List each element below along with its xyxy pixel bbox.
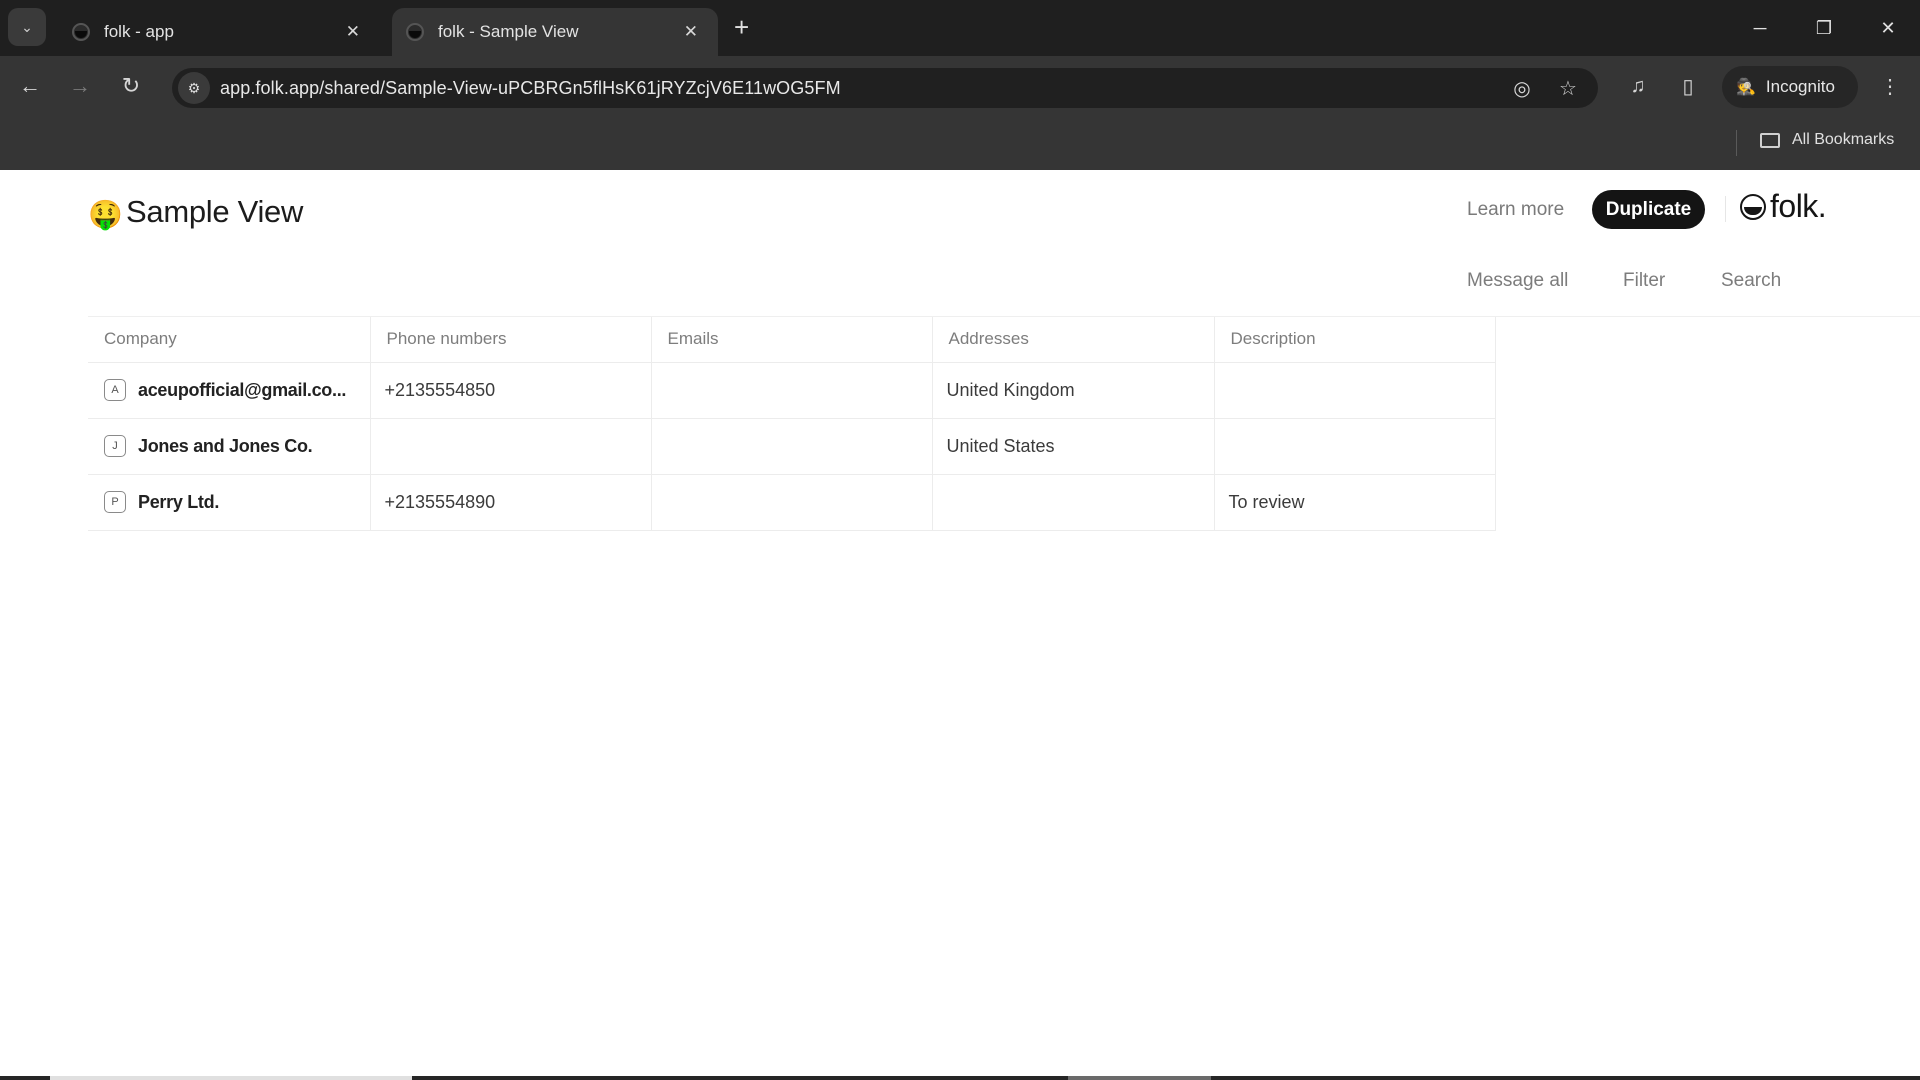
table-row[interactable]: A aceupofficial@gmail.co... +2135554850 … xyxy=(88,362,1496,419)
description-cell[interactable] xyxy=(1214,418,1496,475)
new-tab-button[interactable]: + xyxy=(734,12,749,43)
company-name[interactable]: Jones and Jones Co. xyxy=(138,436,312,457)
phone-cell[interactable]: +2135554890 xyxy=(370,474,652,531)
tab-title: folk - Sample View xyxy=(438,22,579,41)
reload-button[interactable]: ↻ xyxy=(113,68,149,104)
side-panel-icon[interactable]: ▯ xyxy=(1672,70,1704,102)
bookmarks-bar: All Bookmarks xyxy=(0,118,1920,170)
company-initial-icon: J xyxy=(104,435,126,457)
bookmark-star-icon[interactable]: ☆ xyxy=(1554,74,1582,102)
tab-strip: ⌄ folk - app ✕ folk - Sample View ✕ + ─ … xyxy=(0,0,1920,56)
folk-favicon-icon xyxy=(406,23,424,41)
company-cell[interactable]: P Perry Ltd. xyxy=(88,474,371,531)
tab-title: folk - app xyxy=(104,22,174,41)
all-bookmarks-label: All Bookmarks xyxy=(1792,131,1895,148)
phone-cell[interactable] xyxy=(370,418,652,475)
chevron-down-icon: ⌄ xyxy=(21,18,33,35)
table-row[interactable]: J Jones and Jones Co. United States xyxy=(88,418,1496,475)
address-cell[interactable] xyxy=(932,474,1215,531)
page-title: Sample View xyxy=(126,194,304,229)
column-header-description[interactable]: Description xyxy=(1214,317,1496,363)
company-name[interactable]: aceupofficial@gmail.co... xyxy=(138,380,346,401)
phone-cell[interactable]: +2135554850 xyxy=(370,362,652,419)
eye-off-icon[interactable]: ◎ xyxy=(1508,74,1536,102)
company-name[interactable]: Perry Ltd. xyxy=(138,492,219,513)
page-content: 🤑 Sample View Learn more Duplicate folk.… xyxy=(0,170,1920,1080)
restore-button[interactable]: ❐ xyxy=(1792,0,1856,56)
tab-sample-view[interactable]: folk - Sample View ✕ xyxy=(392,8,718,56)
folk-logo-icon xyxy=(1740,193,1766,220)
taskbar-indicator xyxy=(1068,1076,1211,1080)
email-cell[interactable] xyxy=(651,362,933,419)
column-header-company[interactable]: Company xyxy=(88,317,371,363)
folk-logo[interactable]: folk. xyxy=(1740,188,1827,225)
column-header-emails[interactable]: Emails xyxy=(651,317,933,363)
browser-menu-icon[interactable]: ⋮ xyxy=(1874,70,1906,102)
address-cell[interactable]: United Kingdom xyxy=(932,362,1215,419)
site-settings-icon[interactable]: ⚙ xyxy=(178,72,210,104)
folder-icon xyxy=(1760,132,1780,148)
browser-toolbar: ← → ↻ ⚙ app.folk.app/shared/Sample-View-… xyxy=(0,56,1920,118)
column-header-phone-numbers[interactable]: Phone numbers xyxy=(370,317,652,363)
forward-button[interactable]: → xyxy=(62,68,98,104)
incognito-icon: 🕵 xyxy=(1736,79,1756,96)
folk-logo-text: folk. xyxy=(1770,188,1827,224)
address-bar[interactable]: ⚙ app.folk.app/shared/Sample-View-uPCBRG… xyxy=(172,68,1598,108)
folk-favicon-icon xyxy=(72,23,90,41)
email-cell[interactable] xyxy=(651,418,933,475)
all-bookmarks-button[interactable]: All Bookmarks xyxy=(1760,131,1894,149)
table-header-row: Company Phone numbers Emails Addresses D… xyxy=(88,317,1496,363)
media-controls-icon[interactable]: ♫ xyxy=(1622,70,1654,102)
tab-folk-app[interactable]: folk - app ✕ xyxy=(62,8,380,56)
url-text[interactable]: app.folk.app/shared/Sample-View-uPCBRGn5… xyxy=(220,78,841,99)
header-divider xyxy=(1725,196,1726,222)
search-button[interactable]: Search xyxy=(1721,270,1781,292)
incognito-label: Incognito xyxy=(1765,77,1835,96)
money-mouth-emoji-icon: 🤑 xyxy=(88,199,123,230)
bookmarks-divider xyxy=(1736,130,1737,156)
duplicate-button[interactable]: Duplicate xyxy=(1592,190,1705,229)
company-initial-icon: P xyxy=(104,491,126,513)
company-initial-icon: A xyxy=(104,379,126,401)
contacts-table: Company Phone numbers Emails Addresses D… xyxy=(88,317,1496,531)
incognito-badge[interactable]: 🕵 Incognito xyxy=(1722,66,1858,108)
close-tab-icon[interactable]: ✕ xyxy=(684,22,698,42)
company-cell[interactable]: A aceupofficial@gmail.co... xyxy=(88,362,371,419)
close-tab-icon[interactable]: ✕ xyxy=(346,22,360,42)
message-all-button[interactable]: Message all xyxy=(1467,270,1568,292)
minimize-button[interactable]: ─ xyxy=(1728,0,1792,56)
description-cell[interactable] xyxy=(1214,362,1496,419)
taskbar-indicator xyxy=(50,1076,412,1080)
address-cell[interactable]: United States xyxy=(932,418,1215,475)
tab-search-button[interactable]: ⌄ xyxy=(8,8,46,46)
back-button[interactable]: ← xyxy=(12,68,48,104)
learn-more-link[interactable]: Learn more xyxy=(1467,199,1564,221)
column-header-addresses[interactable]: Addresses xyxy=(932,317,1215,363)
filter-button[interactable]: Filter xyxy=(1623,270,1665,292)
description-cell[interactable]: To review xyxy=(1214,474,1496,531)
email-cell[interactable] xyxy=(651,474,933,531)
browser-chrome: ⌄ folk - app ✕ folk - Sample View ✕ + ─ … xyxy=(0,0,1920,170)
table-row[interactable]: P Perry Ltd. +2135554890 To review xyxy=(88,474,1496,531)
window-close-button[interactable]: ✕ xyxy=(1856,0,1920,56)
company-cell[interactable]: J Jones and Jones Co. xyxy=(88,418,371,475)
